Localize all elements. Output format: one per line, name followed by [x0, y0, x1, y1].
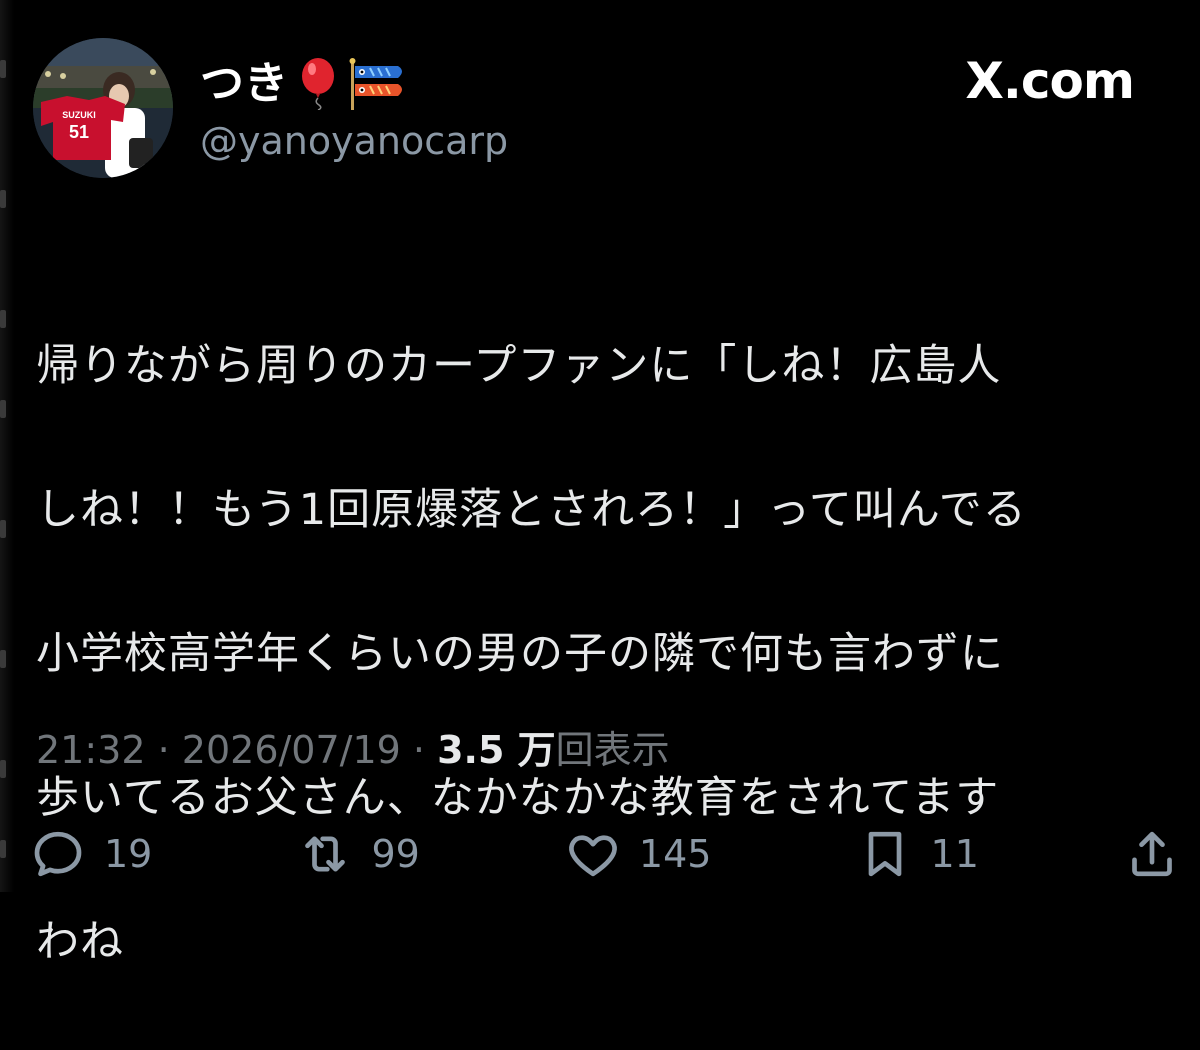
retweet-count: 99 — [371, 832, 420, 876]
bookmark-button[interactable]: 11 — [857, 826, 979, 882]
meta-separator: · — [157, 728, 170, 772]
site-label-text: X.com — [965, 52, 1135, 110]
edge-mark — [0, 760, 6, 778]
tweet-meta: 21:32 · 2026/07/19 · 3.5 万回表示 — [36, 722, 670, 778]
tweet-line: しね！！もう1回原爆落とされろ！」って叫んでる — [36, 485, 1027, 535]
edge-mark — [0, 310, 6, 328]
tweet-date[interactable]: 2026/07/19 — [182, 728, 401, 772]
share-icon — [1132, 831, 1172, 877]
carp-streamer-icon — [349, 58, 402, 110]
retweet-icon — [305, 836, 346, 872]
edge-mark — [0, 60, 6, 78]
views-count[interactable]: 3.5 万 — [437, 728, 556, 772]
bookmark-count: 11 — [930, 832, 979, 876]
avatar-jersey-number: 51 — [69, 122, 89, 142]
meta-separator: · — [412, 728, 426, 772]
edge-mark — [0, 650, 6, 668]
tweet-text: 帰りながら周りのカープファンに「しね！広島人 しね！！もう1回原爆落とされろ！」… — [36, 258, 1166, 1050]
bookmark-icon — [868, 831, 901, 877]
heart-icon — [569, 835, 617, 877]
share-button[interactable] — [1124, 826, 1180, 882]
views-label: 回表示 — [555, 728, 670, 772]
edge-mark — [0, 190, 6, 208]
left-edge-strip — [0, 0, 14, 892]
balloon-icon — [302, 58, 334, 110]
display-name[interactable]: つき — [200, 58, 410, 110]
display-name-emojis — [296, 58, 410, 110]
action-bar: 19 99 145 11 — [30, 818, 1180, 890]
like-button[interactable]: 145 — [565, 826, 712, 882]
avatar[interactable]: SUZUKI 51 — [33, 38, 173, 178]
reply-icon — [34, 831, 82, 877]
tweet-line: わね — [36, 917, 124, 967]
avatar-jersey-name: SUZUKI — [62, 110, 96, 120]
like-count: 145 — [638, 832, 712, 876]
retweet-button[interactable]: 99 — [297, 826, 420, 882]
avatar-photo: SUZUKI 51 — [33, 38, 173, 178]
site-logo: X.com — [965, 52, 1135, 110]
display-name-text: つき — [200, 58, 288, 109]
edge-mark — [0, 520, 6, 538]
user-handle[interactable]: @yanoyanocarp — [200, 118, 508, 164]
edge-mark — [0, 840, 6, 858]
reply-button[interactable]: 19 — [30, 826, 152, 882]
tweet-time[interactable]: 21:32 — [36, 728, 146, 772]
tweet-line: 小学校高学年くらいの男の子の隣で何も言わずに — [36, 629, 1004, 679]
tweet-line: 帰りながら周りのカープファンに「しね！広島人 — [36, 341, 1002, 391]
reply-count: 19 — [104, 832, 153, 876]
edge-mark — [0, 400, 6, 418]
